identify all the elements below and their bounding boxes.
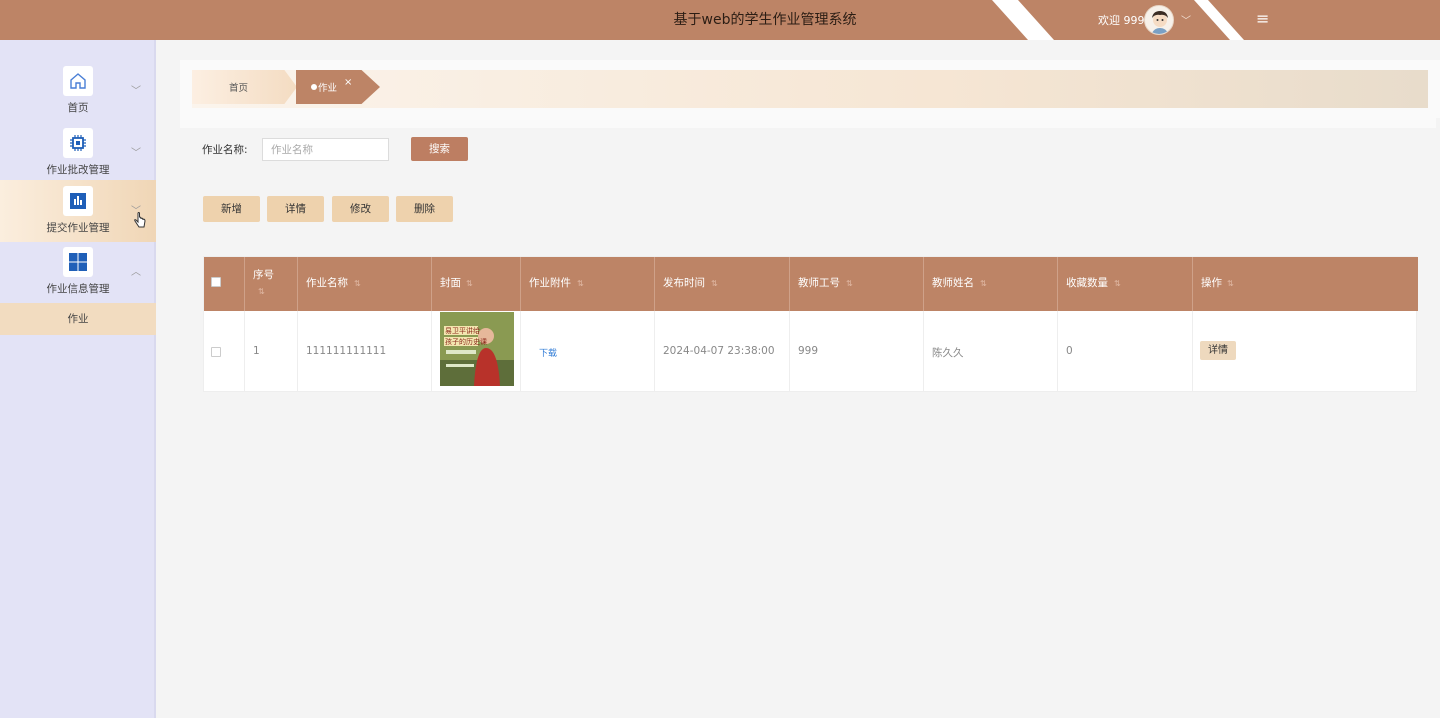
- column-header[interactable]: 操作 ⇅: [1193, 257, 1418, 311]
- column-header[interactable]: 发布时间 ⇅: [655, 257, 790, 311]
- sort-icon[interactable]: ⇅: [846, 279, 853, 288]
- sidebar-subitem-homework[interactable]: 作业: [0, 303, 156, 335]
- tab-homework-label: 作业: [318, 83, 338, 94]
- sort-icon[interactable]: ⇅: [711, 279, 718, 288]
- top-header: 基于web的学生作业管理系统 欢迎 999 ﹀ ≡: [0, 0, 1440, 40]
- column-header[interactable]: 教师姓名 ⇅: [924, 257, 1058, 311]
- sort-icon[interactable]: ⇅: [1227, 279, 1234, 288]
- column-header[interactable]: 作业名称 ⇅: [298, 257, 432, 311]
- row-checkbox[interactable]: [211, 347, 221, 357]
- search-button[interactable]: 搜索: [411, 137, 468, 161]
- detail-button[interactable]: 详情: [267, 196, 324, 222]
- delete-button[interactable]: 删除: [396, 196, 453, 222]
- column-header[interactable]: 收藏数量 ⇅: [1058, 257, 1193, 311]
- select-all-checkbox[interactable]: [211, 277, 221, 287]
- home-icon: [63, 66, 93, 96]
- chart-bar-icon: [63, 186, 93, 216]
- cell-teacher-name: 陈久久: [924, 311, 1058, 392]
- user-menu-chevron-icon[interactable]: ﹀: [1181, 12, 1191, 27]
- table-header: 序号 ⇅ 作业名称 ⇅ 封面 ⇅ 作业附件 ⇅ 发布时间 ⇅ 教师工号 ⇅ 教师…: [204, 257, 1418, 311]
- panel-top-strip: [180, 118, 1436, 128]
- cover-picture-icon: [440, 312, 514, 386]
- search-label: 作业名称:: [202, 144, 248, 156]
- row-select-cell: [204, 311, 245, 392]
- tab-home-label: 首页: [229, 83, 249, 94]
- cell-index: 1: [245, 311, 298, 392]
- sidebar-item-label: 首页: [67, 102, 89, 114]
- sort-icon[interactable]: ⇅: [354, 279, 361, 288]
- cover-image[interactable]: 易卫平讲给 孩子的历史课: [440, 312, 514, 386]
- sort-icon[interactable]: ⇅: [577, 279, 584, 288]
- close-icon[interactable]: ×: [344, 77, 352, 88]
- chevron-down-icon: ﹀: [131, 86, 141, 97]
- cell-teacher-id: 999: [790, 311, 924, 392]
- hand-cursor-icon: [133, 212, 147, 233]
- column-header[interactable]: 封面 ⇅: [432, 257, 521, 311]
- add-button[interactable]: 新增: [203, 196, 260, 222]
- chip-icon: [63, 128, 93, 158]
- cover-title-line-1: 易卫平讲给: [445, 327, 480, 335]
- menu-toggle-icon[interactable]: ≡: [1256, 9, 1269, 28]
- search-input[interactable]: [262, 138, 389, 161]
- column-header[interactable]: 作业附件 ⇅: [521, 257, 655, 311]
- download-link[interactable]: 下载: [539, 346, 557, 359]
- column-header[interactable]: 教师工号 ⇅: [790, 257, 924, 311]
- chevron-down-icon: ﹀: [131, 148, 141, 159]
- cell-name: 111111111111: [298, 311, 432, 392]
- sidebar-item-info[interactable]: 作业信息管理 ︿: [0, 241, 156, 303]
- sidebar: 首页 ﹀ 作业批改管理 ﹀ 提交作业管理 ﹀ 作业信息管理 ︿ 作业: [0, 40, 156, 718]
- row-detail-button[interactable]: 详情: [1200, 341, 1236, 360]
- column-header[interactable]: 序号 ⇅: [245, 257, 298, 311]
- cell-favorites: 0: [1058, 311, 1193, 392]
- header-select-all-cell: [204, 257, 245, 311]
- sort-icon[interactable]: ⇅: [1114, 279, 1121, 288]
- active-dot-icon: [311, 84, 317, 90]
- tab-home[interactable]: 首页: [192, 70, 297, 104]
- cover-title-line-2: 孩子的历史课: [445, 338, 487, 346]
- chevron-up-icon: ︿: [131, 267, 141, 278]
- sort-icon[interactable]: ⇅: [466, 279, 473, 288]
- sort-icon[interactable]: ⇅: [980, 279, 987, 288]
- sidebar-item-home[interactable]: 首页 ﹀: [0, 60, 156, 122]
- edit-button[interactable]: 修改: [332, 196, 389, 222]
- sidebar-item-grading[interactable]: 作业批改管理 ﹀: [0, 122, 156, 184]
- sort-icon[interactable]: ⇅: [258, 287, 265, 296]
- homework-table: 序号 ⇅ 作业名称 ⇅ 封面 ⇅ 作业附件 ⇅ 发布时间 ⇅ 教师工号 ⇅ 教师…: [203, 256, 1418, 392]
- windows-grid-icon: [63, 247, 93, 277]
- avatar[interactable]: [1144, 5, 1174, 35]
- cell-publish-time: 2024-04-07 23:38:00: [655, 311, 790, 392]
- sidebar-item-label: 作业信息管理: [46, 283, 110, 295]
- sidebar-item-label: 作业批改管理: [46, 164, 110, 176]
- welcome-text: 欢迎 999: [1098, 14, 1145, 27]
